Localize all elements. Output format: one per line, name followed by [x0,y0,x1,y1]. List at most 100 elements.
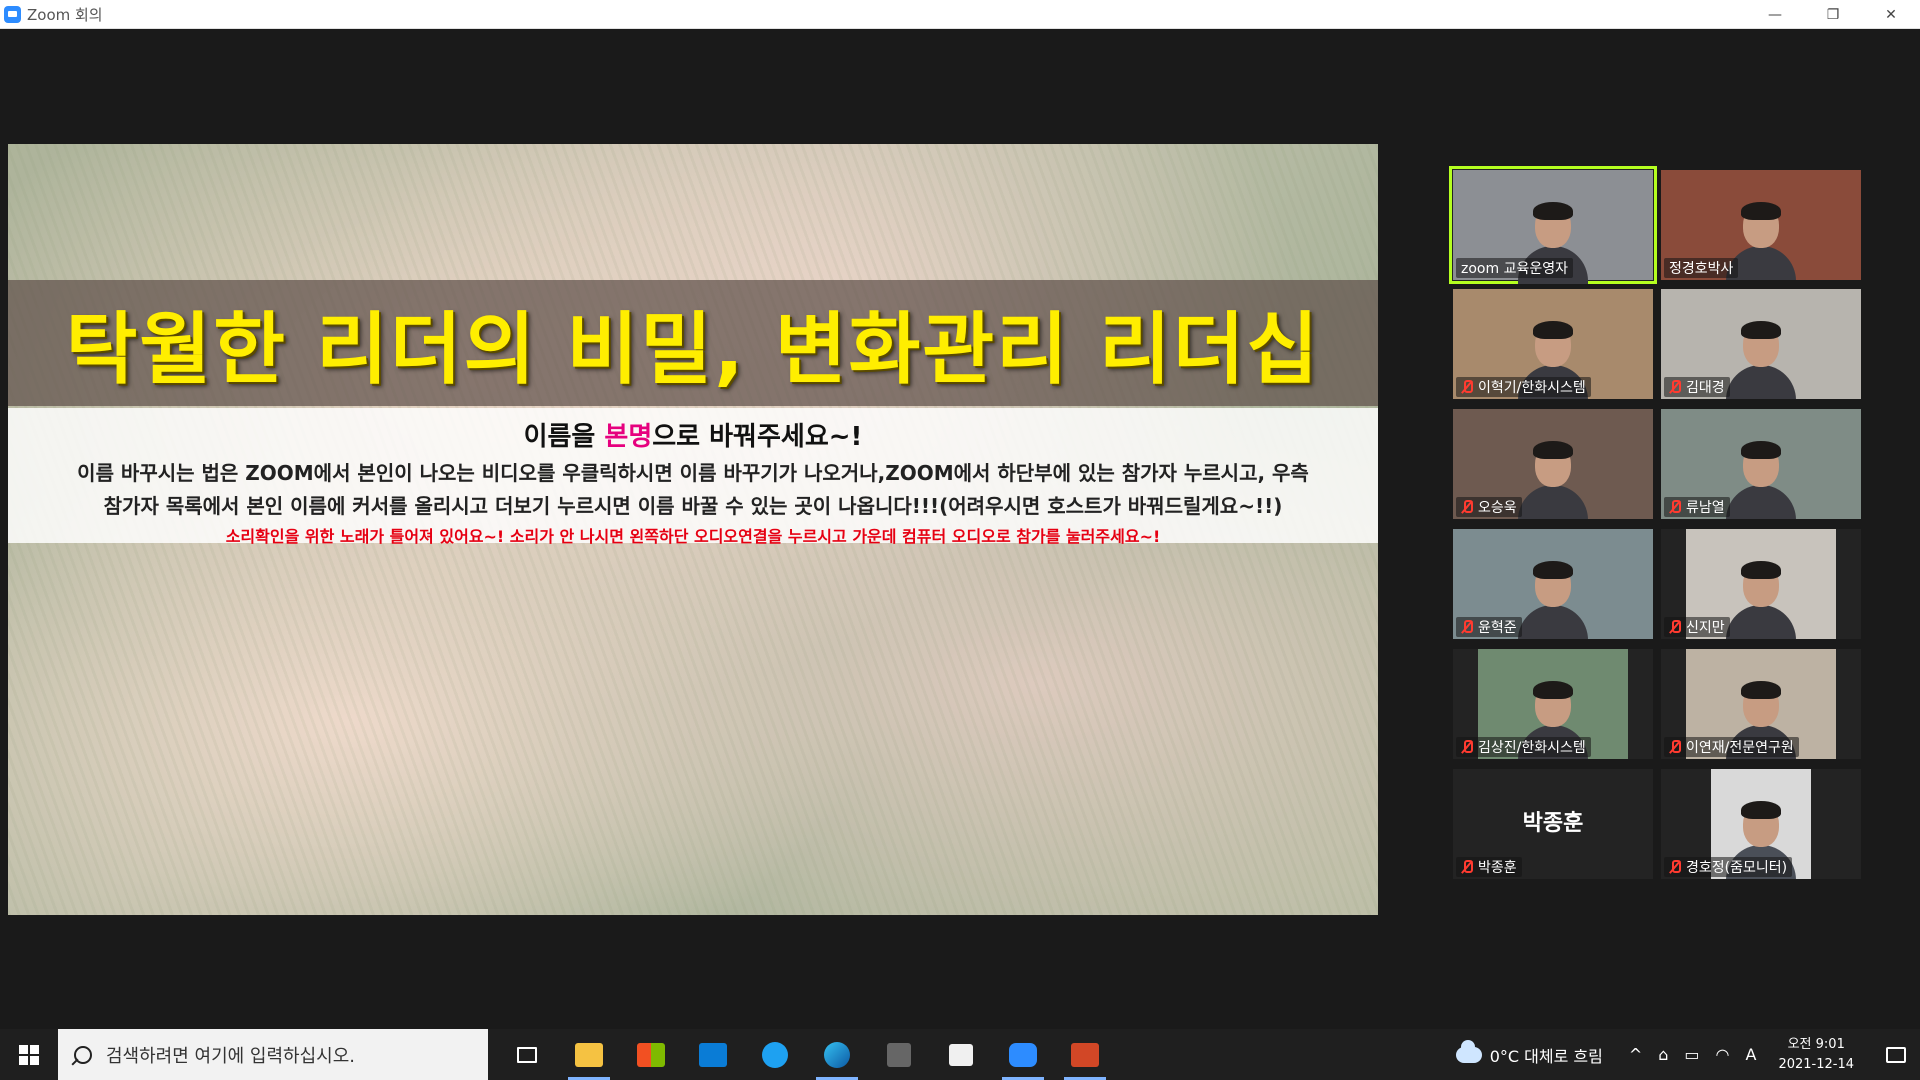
muted-microphone-icon [1461,380,1473,394]
participant-name: 신지만 [1686,620,1725,636]
clock-date: 2021-12-14 [1778,1056,1854,1072]
file-explorer-button[interactable] [558,1029,620,1080]
notification-icon [1886,1046,1906,1063]
participant-tile[interactable]: 정경호박사 [1661,170,1861,280]
restore-button[interactable]: ❐ [1804,0,1862,29]
participant-tile[interactable]: 오승욱 [1453,409,1653,519]
participant-name-label: 경호정(줌모니터) [1664,857,1793,877]
participant-figure [1726,561,1796,639]
ime-indicator[interactable]: A [1745,1045,1756,1064]
cloud-icon [1455,1039,1482,1063]
edge-icon [824,1041,850,1068]
window-controls: — ❐ ✕ [1746,0,1920,29]
participant-name-label: 윤혁준 [1456,617,1522,637]
photo-app-button[interactable] [930,1029,992,1080]
participant-display-name: 박종훈 [1522,811,1584,836]
weather-text: 0°C 대체로 흐림 [1489,1046,1603,1066]
slide-title: 탁월한 리더의 비밀, 변화관리 리더십 [65,305,1321,395]
wifi-icon[interactable]: ◠ [1716,1045,1730,1064]
muted-microphone-icon [1461,620,1473,634]
notice-heading: 이름을 본명으로 바꿔주세요~! [8,416,1378,453]
participant-tile[interactable]: 경호정(줌모니터) [1661,769,1861,879]
system-tray: 0°C 대체로 흐림 ^ ⌂ ▭ ◠ A 오전 9:01 2021-12-14 [1455,1029,1920,1080]
participant-name: 이혁기/한화시스템 [1478,380,1586,396]
shared-slide: 탁월한 리더의 비밀, 변화관리 리더십 이름을 본명으로 바꿔주세요~! 이름… [8,144,1378,915]
network-icon[interactable]: ⌂ [1658,1045,1668,1064]
battery-icon[interactable]: ▭ [1684,1045,1699,1064]
participant-name: 정경호박사 [1669,261,1734,277]
weather-widget[interactable]: 0°C 대체로 흐림 [1455,1039,1603,1067]
participant-name-label: zoom 교육운영자 [1456,258,1573,278]
mail-icon [699,1042,727,1067]
photo-icon [949,1043,973,1066]
search-placeholder: 검색하려면 여기에 입력하십시오. [106,1045,356,1067]
muted-microphone-icon [1669,620,1681,634]
zoom-button[interactable] [992,1029,1054,1080]
slide-title-band: 탁월한 리더의 비밀, 변화관리 리더십 [8,280,1378,406]
clock-time: 오전 9:01 [1787,1036,1845,1052]
meeting-area: 탁월한 리더의 비밀, 변화관리 리더십 이름을 본명으로 바꿔주세요~! 이름… [0,29,1920,1029]
show-hidden-icons-chevron[interactable]: ^ [1629,1045,1642,1064]
window-title-bar: Zoom 회의 — ❐ ✕ [0,0,1920,29]
participant-tile[interactable]: 김상진/한화시스템 [1453,649,1653,759]
participant-name-label: 오승욱 [1456,497,1522,517]
task-view-icon [517,1046,537,1063]
participant-name-label: 류남열 [1664,497,1730,517]
muted-microphone-icon [1461,500,1473,514]
mail-button[interactable] [682,1029,744,1080]
participant-tile[interactable]: zoom 교육운영자 [1449,166,1657,284]
notice-heading-highlight: 본명 [604,422,653,452]
participant-figure [1518,441,1588,519]
participant-name: 오승욱 [1478,500,1517,516]
participant-tile[interactable]: 김대경 [1661,289,1861,399]
rename-notice: 이름을 본명으로 바꿔주세요~! 이름 바꾸시는 법은 ZOOM에서 본인이 나… [8,408,1378,546]
participant-tile[interactable]: 박종훈 박종훈 [1453,769,1653,879]
participant-figure [1726,441,1796,519]
notice-heading-pre: 이름을 [523,422,605,452]
task-view-button[interactable] [496,1029,558,1080]
taskbar-search-box[interactable]: 검색하려면 여기에 입력하십시오. [58,1029,488,1080]
notice-line-1: 이름 바꾸시는 법은 ZOOM에서 본인이 나오는 비디오를 우클릭하시면 이름… [77,461,1309,485]
participant-name: 경호정(줌모니터) [1686,860,1788,876]
zoom-icon [1009,1042,1037,1067]
participant-tile[interactable]: 신지만 [1661,529,1861,639]
taskbar-clock[interactable]: 오전 9:01 2021-12-14 [1778,1035,1854,1075]
microsoft-store-button[interactable] [620,1029,682,1080]
notice-body: 이름 바꾸시는 법은 ZOOM에서 본인이 나오는 비디오를 우클릭하시면 이름… [8,457,1378,523]
tray-icons: ^ ⌂ ▭ ◠ A [1621,1045,1765,1064]
close-button[interactable]: ✕ [1862,0,1920,29]
internet-explorer-button[interactable] [744,1029,806,1080]
notice-heading-post: 으로 바꿔주세요~! [652,422,863,452]
notice-line-2: 참가자 목록에서 본인 이름에 커서를 올리시고 더보기 누르시면 이름 바꿀 … [103,494,1283,518]
start-button[interactable] [0,1029,58,1080]
app-button[interactable] [868,1029,930,1080]
powerpoint-button[interactable] [1054,1029,1116,1080]
participant-name-label: 이혁기/한화시스템 [1456,377,1591,397]
store-icon [637,1042,665,1067]
taskbar-pinned-apps [496,1029,1116,1080]
muted-microphone-icon [1461,740,1473,754]
muted-microphone-icon [1669,500,1681,514]
participant-name: 김상진/한화시스템 [1478,740,1586,756]
participant-name-label: 박종훈 [1456,857,1522,877]
participant-name: 박종훈 [1478,860,1517,876]
folder-icon [575,1042,603,1067]
participant-name: 류남열 [1686,500,1725,516]
notification-center-button[interactable] [1872,1029,1920,1080]
participant-tile[interactable]: 이혁기/한화시스템 [1453,289,1653,399]
edge-button[interactable] [806,1029,868,1080]
participant-tile[interactable]: 이연재/전문연구원 [1661,649,1861,759]
participant-figure [1726,321,1796,399]
participant-tile[interactable]: 류남열 [1661,409,1861,519]
muted-microphone-icon [1669,740,1681,754]
search-icon [74,1045,92,1064]
participant-name: 김대경 [1686,380,1725,396]
minimize-button[interactable]: — [1746,0,1804,29]
muted-microphone-icon [1461,860,1473,874]
windows-taskbar: 검색하려면 여기에 입력하십시오. 0°C 대체로 흐림 ^ ⌂ ▭ ◠ A 오… [0,1029,1920,1080]
muted-microphone-icon [1669,380,1681,394]
participant-name: zoom 교육운영자 [1461,261,1568,277]
participant-tile[interactable]: 윤혁준 [1453,529,1653,639]
muted-microphone-icon [1669,860,1681,874]
participant-name: 이연재/전문연구원 [1686,740,1794,756]
